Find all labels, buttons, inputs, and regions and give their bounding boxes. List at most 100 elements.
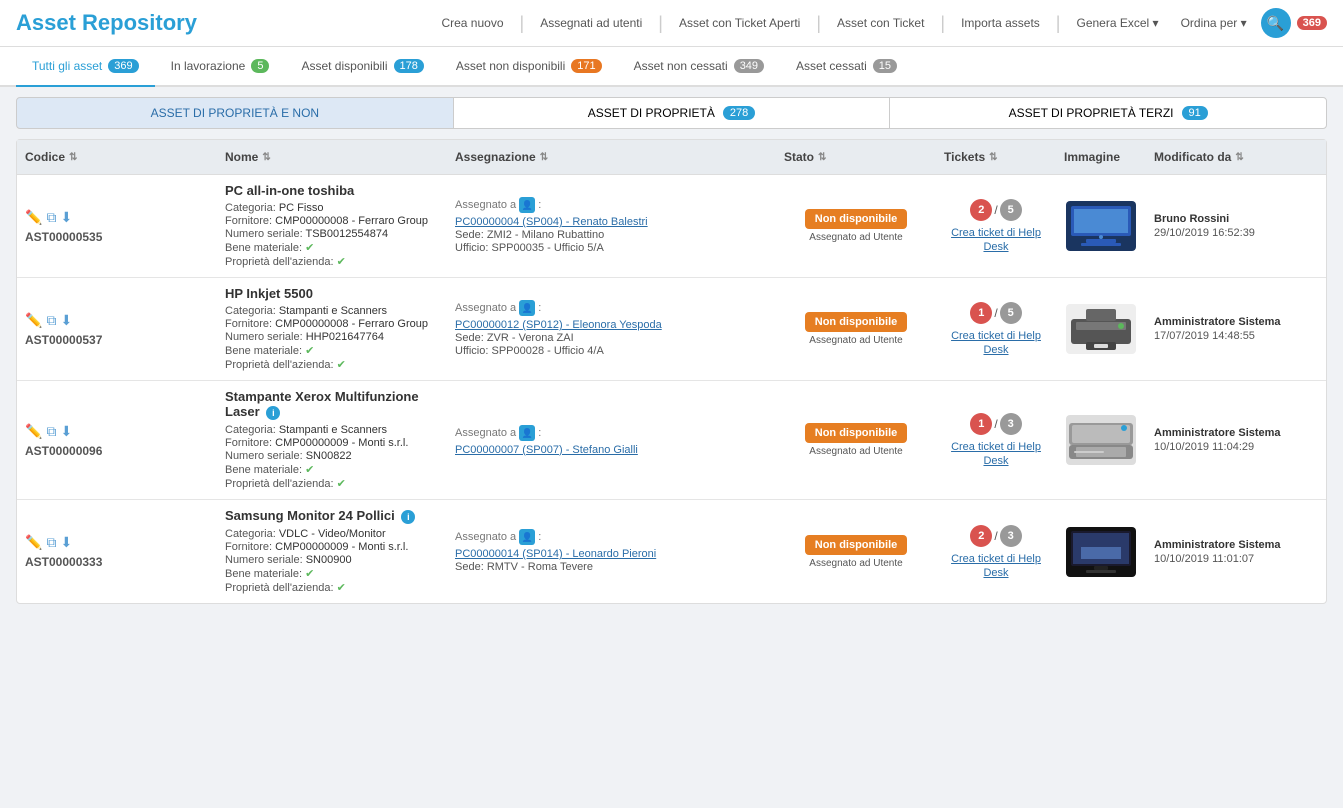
- table-row: ✏️ ⧉ ⬇ AST00000535 PC all-in-one toshiba…: [17, 175, 1326, 278]
- ticket-link-1[interactable]: Crea ticket di Help Desk: [951, 227, 1041, 253]
- col-modificato-da[interactable]: Modificato da ⇅: [1146, 140, 1326, 174]
- col-nome[interactable]: Nome ⇅: [217, 140, 447, 174]
- asset-table: Codice ⇅ Nome ⇅ Assegnazione ⇅ Stato ⇅ T…: [16, 139, 1327, 604]
- cell-tickets-2: 1 / 5 Crea ticket di Help Desk: [936, 294, 1056, 364]
- cell-code-1: ✏️ ⧉ ⬇ AST00000535: [17, 201, 217, 252]
- copy-icon-4[interactable]: ⧉: [46, 534, 56, 551]
- cell-name-4: Samsung Monitor 24 Pollici i Categoria: …: [217, 500, 447, 603]
- info-icon-3[interactable]: i: [266, 406, 280, 420]
- download-icon-1[interactable]: ⬇: [60, 209, 72, 226]
- assign-icon-1: 👤: [519, 197, 535, 213]
- copy-icon-3[interactable]: ⧉: [46, 423, 56, 440]
- cell-assign-4: Assegnato a 👤: PC00000014 (SP014) - Leon…: [447, 521, 776, 582]
- filter-row: ASSET DI PROPRIETÀ E NON ASSET DI PROPRI…: [16, 97, 1327, 129]
- cell-stato-3: Non disponibile Assegnato ad Utente: [776, 415, 936, 465]
- tab-non-disponibili[interactable]: Asset non disponibili 171: [440, 47, 618, 87]
- cell-img-4: [1056, 519, 1146, 585]
- cell-tickets-3: 1 / 3 Crea ticket di Help Desk: [936, 405, 1056, 475]
- assegnati-utenti-button[interactable]: Assegnati ad utenti: [532, 12, 650, 34]
- table-header: Codice ⇅ Nome ⇅ Assegnazione ⇅ Stato ⇅ T…: [17, 140, 1326, 175]
- cell-assign-3: Assegnato a 👤: PC00000007 (SP007) - Stef…: [447, 417, 776, 464]
- cell-stato-4: Non disponibile Assegnato ad Utente: [776, 527, 936, 577]
- asset-image-scanner: [1066, 415, 1136, 465]
- info-icon-4[interactable]: i: [401, 510, 415, 524]
- edit-icon-1[interactable]: ✏️: [25, 209, 42, 226]
- filter-proprieta-terzi-button[interactable]: ASSET DI PROPRIETÀ TERZI 91: [889, 97, 1327, 129]
- download-icon-2[interactable]: ⬇: [60, 312, 72, 329]
- table-row: ✏️ ⧉ ⬇ AST00000096 Stampante Xerox Multi…: [17, 381, 1326, 500]
- cell-modified-3: Amministratore Sistema 10/10/2019 11:04:…: [1146, 419, 1326, 461]
- col-tickets[interactable]: Tickets ⇅: [936, 140, 1056, 174]
- importa-assets-button[interactable]: Importa assets: [953, 12, 1048, 34]
- ticket-link-3[interactable]: Crea ticket di Help Desk: [951, 441, 1041, 467]
- cell-stato-2: Non disponibile Assegnato ad Utente: [776, 304, 936, 354]
- cell-name-1: PC all-in-one toshiba Categoria: PC Fiss…: [217, 175, 447, 277]
- table-row: ✏️ ⧉ ⬇ AST00000333 Samsung Monitor 24 Po…: [17, 500, 1326, 603]
- copy-icon-2[interactable]: ⧉: [46, 312, 56, 329]
- assign-icon-3: 👤: [519, 425, 535, 441]
- filter-proprieta-e-non-button[interactable]: ASSET DI PROPRIETÀ E NON: [16, 97, 454, 129]
- header: Asset Repository Crea nuovo | Assegnati …: [0, 0, 1343, 47]
- assign-link-4[interactable]: PC00000014 (SP014) - Leonardo Pieroni: [455, 548, 656, 560]
- cell-name-3: Stampante Xerox Multifunzione Laser i Ca…: [217, 381, 447, 499]
- sort-nome-icon: ⇅: [262, 152, 270, 163]
- cell-code-4: ✏️ ⧉ ⬇ AST00000333: [17, 526, 217, 577]
- tab-non-cessati[interactable]: Asset non cessati 349: [618, 47, 780, 87]
- cell-stato-1: Non disponibile Assegnato ad Utente: [776, 201, 936, 251]
- crea-nuovo-button[interactable]: Crea nuovo: [433, 12, 511, 34]
- asset-image-pc: [1066, 201, 1136, 251]
- cell-modified-4: Amministratore Sistema 10/10/2019 11:01:…: [1146, 531, 1326, 573]
- cell-img-3: [1056, 407, 1146, 473]
- search-icon: 🔍: [1267, 15, 1284, 32]
- cell-assign-2: Assegnato a 👤: PC00000012 (SP012) - Eleo…: [447, 292, 776, 366]
- filter-proprieta-button[interactable]: ASSET DI PROPRIETÀ 278: [454, 97, 890, 129]
- edit-icon-2[interactable]: ✏️: [25, 312, 42, 329]
- sort-tickets-icon: ⇅: [989, 152, 997, 163]
- assign-icon-4: 👤: [519, 529, 535, 545]
- assign-link-1[interactable]: PC00000004 (SP004) - Renato Balestri: [455, 216, 648, 228]
- assign-link-2[interactable]: PC00000012 (SP012) - Eleonora Yespoda: [455, 319, 662, 331]
- search-count-badge: 369: [1297, 16, 1327, 30]
- tab-disponibili[interactable]: Asset disponibili 178: [285, 47, 439, 87]
- tab-cessati[interactable]: Asset cessati 15: [780, 47, 913, 87]
- col-codice[interactable]: Codice ⇅: [17, 140, 217, 174]
- download-icon-3[interactable]: ⬇: [60, 423, 72, 440]
- search-button[interactable]: 🔍: [1261, 8, 1291, 38]
- ticket-link-2[interactable]: Crea ticket di Help Desk: [951, 330, 1041, 356]
- col-immagine: Immagine: [1056, 140, 1146, 174]
- tab-tutti[interactable]: Tutti gli asset 369: [16, 47, 155, 87]
- download-icon-4[interactable]: ⬇: [60, 534, 72, 551]
- assign-icon-2: 👤: [519, 300, 535, 316]
- cell-name-2: HP Inkjet 5500 Categoria: Stampanti e Sc…: [217, 278, 447, 380]
- header-actions: Crea nuovo | Assegnati ad utenti | Asset…: [433, 8, 1327, 38]
- cell-img-2: [1056, 296, 1146, 362]
- cell-code-3: ✏️ ⧉ ⬇ AST00000096: [17, 415, 217, 466]
- cell-tickets-1: 2 / 5 Crea ticket di Help Desk: [936, 191, 1056, 261]
- genera-excel-button[interactable]: Genera Excel ▾: [1068, 12, 1166, 34]
- app-title: Asset Repository: [16, 10, 197, 36]
- cell-code-2: ✏️ ⧉ ⬇ AST00000537: [17, 304, 217, 355]
- tabs-bar: Tutti gli asset 369 In lavorazione 5 Ass…: [0, 47, 1343, 87]
- asset-con-ticket-button[interactable]: Asset con Ticket: [829, 12, 932, 34]
- asset-image-printer: [1066, 304, 1136, 354]
- sort-codice-icon: ⇅: [69, 152, 77, 163]
- ticket-link-4[interactable]: Crea ticket di Help Desk: [951, 553, 1041, 579]
- tab-lavorazione[interactable]: In lavorazione 5: [155, 47, 286, 87]
- cell-img-1: [1056, 193, 1146, 259]
- sort-stato-icon: ⇅: [818, 152, 826, 163]
- sort-modificato-icon: ⇅: [1235, 152, 1243, 163]
- asset-image-monitor: [1066, 527, 1136, 577]
- edit-icon-3[interactable]: ✏️: [25, 423, 42, 440]
- cell-modified-2: Amministratore Sistema 17/07/2019 14:48:…: [1146, 308, 1326, 350]
- cell-tickets-4: 2 / 3 Crea ticket di Help Desk: [936, 517, 1056, 587]
- ordina-per-button[interactable]: Ordina per ▾: [1173, 12, 1255, 34]
- col-stato[interactable]: Stato ⇅: [776, 140, 936, 174]
- edit-icon-4[interactable]: ✏️: [25, 534, 42, 551]
- col-assegnazione[interactable]: Assegnazione ⇅: [447, 140, 776, 174]
- asset-ticket-aperti-button[interactable]: Asset con Ticket Aperti: [671, 12, 808, 34]
- table-row: ✏️ ⧉ ⬇ AST00000537 HP Inkjet 5500 Catego…: [17, 278, 1326, 381]
- assign-link-3[interactable]: PC00000007 (SP007) - Stefano Gialli: [455, 444, 638, 456]
- cell-assign-1: Assegnato a 👤: PC00000004 (SP004) - Rena…: [447, 189, 776, 263]
- cell-modified-1: Bruno Rossini 29/10/2019 16:52:39: [1146, 205, 1326, 247]
- copy-icon-1[interactable]: ⧉: [46, 209, 56, 226]
